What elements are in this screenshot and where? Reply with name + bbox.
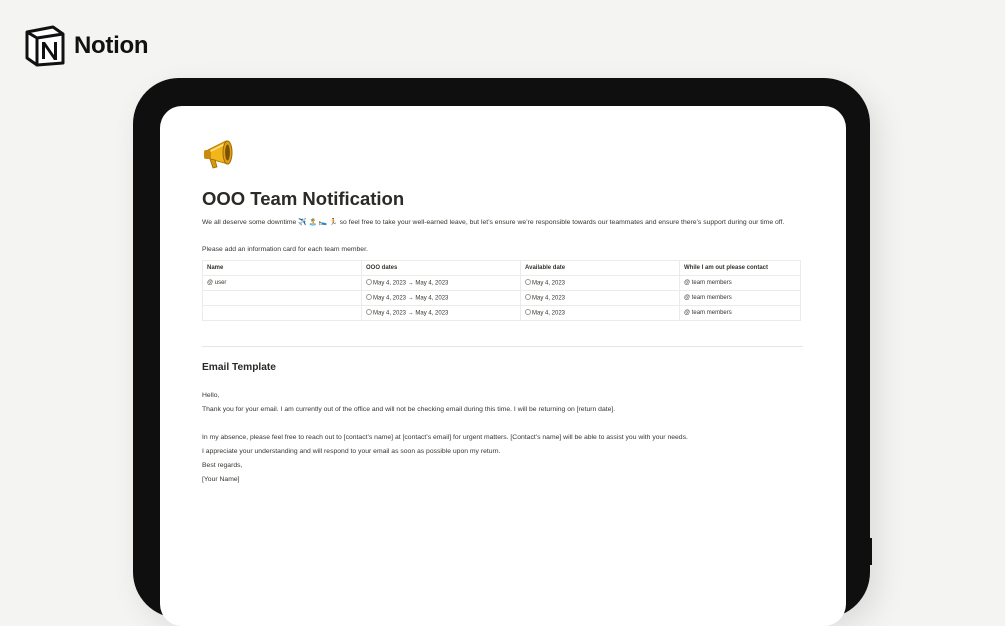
available-date-value: May 4, 2023 xyxy=(532,280,566,287)
intro-paragraph[interactable]: We all deserve some downtime ✈️ 🏝️ 🛌 🏃 s… xyxy=(202,218,784,226)
clock-icon xyxy=(366,294,372,301)
email-greeting[interactable]: Hello, xyxy=(202,392,219,399)
device-side-edge xyxy=(868,538,872,565)
table-row[interactable]: May 4, 2023 → May 4, 2023 May 4, 2023 @ … xyxy=(202,290,801,306)
clock-icon xyxy=(525,309,531,316)
ooo-dates-cell[interactable]: May 4, 2023 → May 4, 2023 xyxy=(361,275,521,291)
available-date-cell[interactable]: May 4, 2023 xyxy=(520,290,680,306)
ooo-dates-cell[interactable]: May 4, 2023 → May 4, 2023 xyxy=(361,290,521,306)
ooo-dates-cell[interactable]: May 4, 2023 → May 4, 2023 xyxy=(361,305,521,321)
tablet-device: OOO Team Notification We all deserve som… xyxy=(133,78,870,626)
contact-cell[interactable]: @ team members xyxy=(679,305,801,321)
available-date-value: May 4, 2023 xyxy=(532,310,566,317)
notion-brand: Notion xyxy=(24,24,148,68)
ooo-dates-value: May 4, 2023 → May 4, 2023 xyxy=(373,310,449,317)
intro-text-start: We all deserve some downtime xyxy=(202,219,297,226)
brand-name: Notion xyxy=(74,32,149,59)
column-header-available-date[interactable]: Available date xyxy=(520,260,680,276)
contact-cell[interactable]: @ team members xyxy=(679,275,801,291)
page-title[interactable]: OOO Team Notification xyxy=(202,188,404,210)
name-cell[interactable] xyxy=(202,305,362,321)
column-header-ooo-dates[interactable]: OOO dates xyxy=(361,260,521,276)
notion-page: OOO Team Notification We all deserve som… xyxy=(160,106,846,626)
name-cell[interactable]: @ user xyxy=(202,275,362,291)
email-body-line[interactable]: Thank you for your email. I am currently… xyxy=(202,406,615,413)
ooo-dates-value: May 4, 2023 → May 4, 2023 xyxy=(373,280,449,287)
intro-emojis: ✈️ 🏝️ 🛌 🏃 xyxy=(298,219,338,226)
email-signoff[interactable]: Best regards, xyxy=(202,462,242,469)
name-cell[interactable] xyxy=(202,290,362,306)
contact-cell[interactable]: @ team members xyxy=(679,290,801,306)
email-body-line[interactable]: I appreciate your understanding and will… xyxy=(202,448,500,455)
table-header-row: Name OOO dates Available date While I am… xyxy=(202,260,801,276)
available-date-value: May 4, 2023 xyxy=(532,295,566,302)
section-divider xyxy=(202,346,803,347)
column-header-name[interactable]: Name xyxy=(202,260,362,276)
team-info-table: Name OOO dates Available date While I am… xyxy=(202,260,801,321)
clock-icon xyxy=(525,294,531,301)
table-row[interactable]: @ user May 4, 2023 → May 4, 2023 May 4, … xyxy=(202,275,801,291)
table-row[interactable]: May 4, 2023 → May 4, 2023 May 4, 2023 @ … xyxy=(202,305,801,321)
email-body-line[interactable]: In my absence, please feel free to reach… xyxy=(202,434,688,441)
email-template-heading[interactable]: Email Template xyxy=(202,362,276,373)
megaphone-icon[interactable] xyxy=(202,138,240,172)
available-date-cell[interactable]: May 4, 2023 xyxy=(520,275,680,291)
clock-icon xyxy=(366,279,372,286)
available-date-cell[interactable]: May 4, 2023 xyxy=(520,305,680,321)
notion-logo-icon xyxy=(25,25,65,67)
instruction-text[interactable]: Please add an information card for each … xyxy=(202,246,368,253)
column-header-contact[interactable]: While I am out please contact xyxy=(679,260,801,276)
ooo-dates-value: May 4, 2023 → May 4, 2023 xyxy=(373,295,449,302)
clock-icon xyxy=(366,309,372,316)
intro-text-end: so feel free to take your well-earned le… xyxy=(339,219,785,226)
email-signature[interactable]: [Your Name] xyxy=(202,476,240,483)
clock-icon xyxy=(525,279,531,286)
